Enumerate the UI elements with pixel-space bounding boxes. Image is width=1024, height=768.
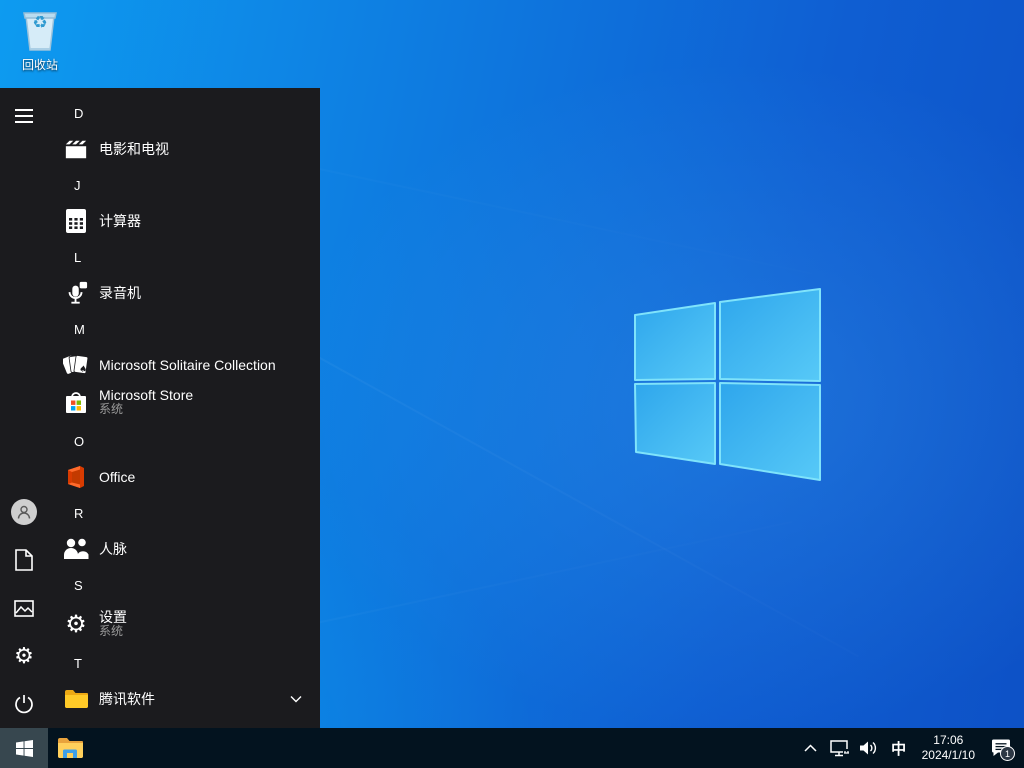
app-label: 录音机	[99, 284, 141, 301]
app-sublabel: 系统	[99, 624, 124, 639]
app-label: 电影和电视	[99, 140, 169, 157]
recycle-bin-label: 回收站	[21, 58, 58, 72]
chevron-down-icon	[290, 690, 302, 708]
system-tray: 中 17:06 2024/1/10 1	[800, 728, 1024, 768]
store-icon	[63, 389, 89, 415]
section-letter-r[interactable]: R	[48, 494, 320, 532]
office-icon	[63, 464, 89, 490]
voice-recorder-icon	[63, 280, 89, 306]
app-item-tencent-folder[interactable]: 腾讯软件	[48, 682, 320, 716]
notification-badge: 1	[1000, 746, 1015, 761]
action-center-button[interactable]: 1	[986, 728, 1016, 768]
section-letter-s[interactable]: S	[48, 566, 320, 604]
section-letter-o[interactable]: O	[48, 422, 320, 460]
app-item-microsoft-store[interactable]: Microsoft Store 系统	[48, 382, 320, 422]
windows-logo	[634, 288, 821, 481]
settings-button[interactable]: ⚙	[8, 640, 40, 672]
start-menu: ⚙ D 电影和电视 J 计算器 L 录音机 M ♠ Microsoft Soli…	[0, 88, 320, 728]
movies-tv-icon	[63, 136, 89, 162]
user-avatar	[11, 499, 37, 525]
user-account-button[interactable]	[8, 496, 40, 528]
pictures-button[interactable]	[8, 592, 40, 624]
ime-indicator[interactable]: 中	[887, 738, 911, 759]
app-item-voice-recorder[interactable]: 录音机	[48, 276, 320, 310]
app-label: 设置	[99, 609, 127, 626]
app-item-solitaire[interactable]: ♠ Microsoft Solitaire Collection	[48, 348, 320, 382]
network-icon	[829, 739, 850, 756]
section-letter-l[interactable]: L	[48, 238, 320, 276]
app-label: Microsoft Store	[99, 387, 194, 404]
show-hidden-icons-button[interactable]	[800, 728, 822, 768]
app-item-settings[interactable]: ⚙ 设置 系统	[48, 604, 320, 644]
app-label: 腾讯软件	[99, 690, 155, 707]
recycle-symbol-icon: ♻	[32, 13, 48, 32]
settings-gear-icon: ⚙	[14, 643, 34, 669]
network-tray-button[interactable]	[829, 728, 851, 768]
app-sublabel: 系统	[99, 402, 124, 417]
app-item-calculator[interactable]: 计算器	[48, 204, 320, 238]
chevron-up-icon	[804, 744, 817, 752]
file-explorer-icon	[58, 738, 83, 758]
app-label: 人脉	[99, 540, 127, 557]
taskbar: 中 17:06 2024/1/10 1	[0, 728, 1024, 768]
section-letter-w[interactable]: W	[48, 716, 320, 729]
start-menu-rail: ⚙	[0, 88, 48, 728]
calculator-icon	[63, 208, 89, 234]
section-letter-d[interactable]: D	[48, 94, 320, 132]
start-button[interactable]	[0, 728, 48, 768]
app-label: 计算器	[99, 212, 141, 229]
power-icon	[15, 695, 33, 714]
folder-icon	[63, 686, 89, 712]
app-label: Microsoft Solitaire Collection	[99, 356, 276, 373]
section-letter-t[interactable]: T	[48, 644, 320, 682]
app-label: Office	[99, 468, 136, 485]
document-icon	[15, 549, 33, 571]
clock-time: 17:06	[933, 733, 964, 747]
desktop-wallpaper: ♻ 回收站 ⚙ D 电影和电视 J 计算器 L 录音机 M ♠ Microsof…	[0, 0, 1024, 768]
taskbar-clock[interactable]: 17:06 2024/1/10	[918, 733, 979, 763]
people-icon	[63, 536, 89, 562]
clock-date: 2024/1/10	[921, 748, 975, 762]
person-icon	[17, 505, 31, 519]
settings-icon: ⚙	[65, 610, 87, 638]
hamburger-menu-button[interactable]	[8, 100, 40, 132]
power-button[interactable]	[8, 688, 40, 720]
volume-tray-button[interactable]	[858, 728, 880, 768]
recycle-bin-desktop-icon[interactable]: ♻ 回收站	[8, 8, 72, 80]
app-item-people[interactable]: 人脉	[48, 532, 320, 566]
speaker-icon	[860, 741, 877, 755]
pictures-icon	[14, 599, 34, 617]
app-item-movies-tv[interactable]: 电影和电视	[48, 132, 320, 166]
recycle-bin-icon: ♻	[18, 8, 62, 54]
spade-icon: ♠	[78, 364, 88, 376]
hamburger-icon	[15, 109, 33, 123]
section-letter-j[interactable]: J	[48, 166, 320, 204]
section-letter-m[interactable]: M	[48, 310, 320, 348]
start-menu-app-list: D 电影和电视 J 计算器 L 录音机 M ♠ Microsoft Solita…	[48, 88, 320, 728]
file-explorer-button[interactable]	[48, 728, 92, 768]
windows-start-icon	[15, 739, 33, 757]
solitaire-icon: ♠	[63, 352, 89, 378]
documents-button[interactable]	[8, 544, 40, 576]
app-item-office[interactable]: Office	[48, 460, 320, 494]
